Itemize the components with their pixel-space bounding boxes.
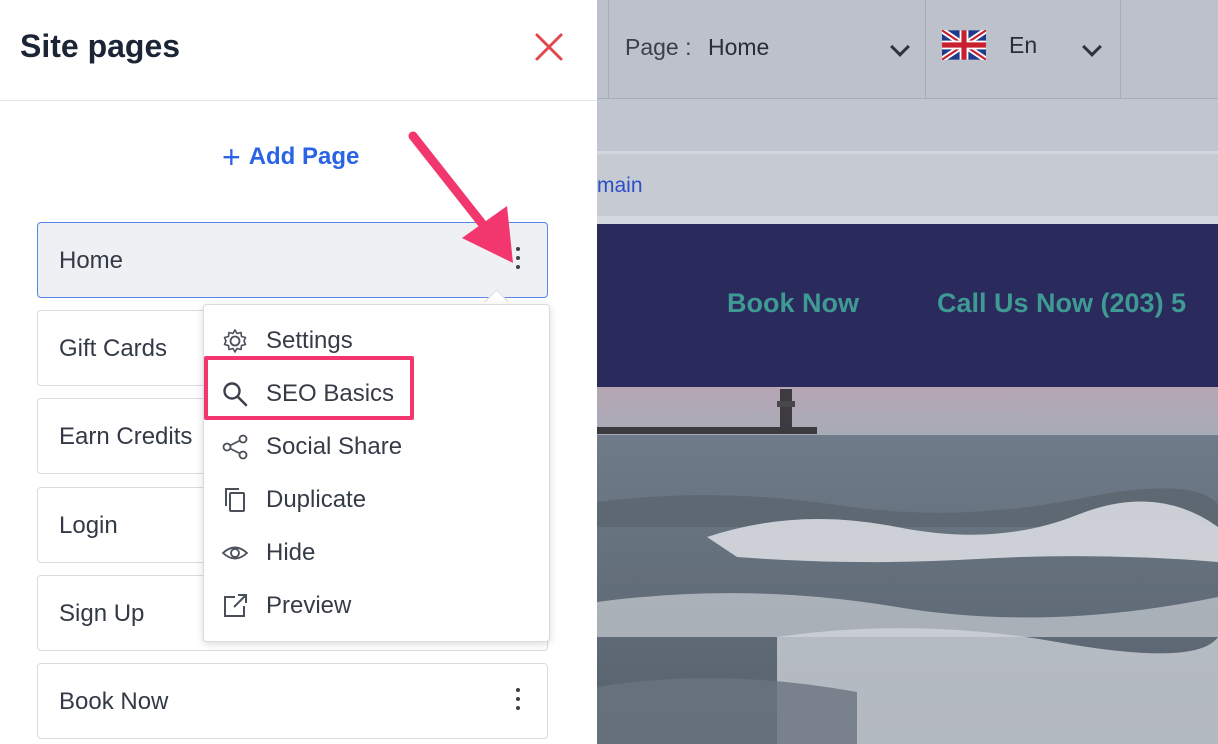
site-header: Book Now Call Us Now (203) 5 — [597, 224, 1218, 387]
page-selector-label: Page : — [625, 34, 692, 60]
menu-item-label: SEO Basics — [266, 380, 395, 407]
domain-bar — [597, 154, 1218, 224]
menu-item-social-share[interactable]: Social Share — [204, 421, 549, 471]
menu-item-duplicate[interactable]: Duplicate — [204, 474, 549, 524]
page-item-home[interactable]: Home — [37, 222, 548, 298]
menu-item-label: Hide — [266, 539, 316, 566]
page-item-label: Book Now — [59, 688, 169, 715]
page-options-menu: Settings SEO Basics Social Share Duplica… — [203, 304, 550, 642]
close-icon[interactable] — [532, 30, 566, 64]
editor-toolbar: Page : Home En — [597, 0, 1218, 99]
menu-item-seo-basics[interactable]: SEO Basics — [204, 368, 549, 418]
panel-divider — [0, 100, 597, 101]
plus-icon: + — [222, 139, 241, 175]
menu-item-settings[interactable]: Settings — [204, 315, 549, 365]
site-pages-panel: Site pages + Add Page Home Gift Cards Ea… — [0, 0, 597, 744]
nav-call-us[interactable]: Call Us Now (203) 5 — [937, 288, 1186, 319]
page-item-label: Home — [59, 247, 124, 274]
nav-book-now[interactable]: Book Now — [727, 288, 859, 319]
page-item-label: Earn Credits — [59, 423, 193, 450]
share-icon — [222, 434, 248, 460]
menu-item-hide[interactable]: Hide — [204, 527, 549, 577]
chevron-down-icon[interactable] — [1082, 37, 1102, 57]
toolbar-divider — [1120, 0, 1121, 98]
external-link-icon — [224, 594, 247, 617]
panel-title: Site pages — [20, 28, 181, 64]
add-page-button[interactable]: + Add Page — [222, 139, 360, 175]
editor-background: Page : Home En main Book Now Call Us Now… — [597, 0, 1218, 744]
more-options-icon[interactable] — [515, 247, 521, 273]
page-selector-value: Home — [708, 34, 770, 60]
toolbar-divider — [925, 0, 926, 98]
hero-beach-image — [597, 387, 1218, 744]
menu-item-label: Duplicate — [266, 486, 367, 513]
menu-item-label: Preview — [266, 592, 352, 619]
menu-item-preview[interactable]: Preview — [204, 580, 549, 630]
editor-subbar — [597, 99, 1218, 154]
uk-flag-icon — [942, 30, 986, 60]
domain-link[interactable]: main — [597, 174, 643, 198]
menu-item-label: Settings — [266, 327, 353, 354]
page-item-book-now[interactable]: Book Now — [37, 663, 548, 739]
page-item-label: Gift Cards — [59, 335, 168, 362]
menu-item-label: Social Share — [266, 433, 403, 460]
more-options-icon[interactable] — [515, 688, 521, 714]
chevron-down-icon[interactable] — [890, 37, 910, 57]
language-label: En — [1009, 32, 1038, 58]
page-item-label: Login — [59, 512, 118, 539]
search-icon — [223, 382, 248, 407]
copy-icon — [225, 488, 245, 512]
eye-icon — [221, 546, 249, 560]
add-page-label: Add Page — [248, 143, 360, 170]
toolbar-divider — [608, 0, 609, 98]
page-item-label: Sign Up — [59, 600, 145, 627]
gear-icon — [223, 329, 247, 353]
